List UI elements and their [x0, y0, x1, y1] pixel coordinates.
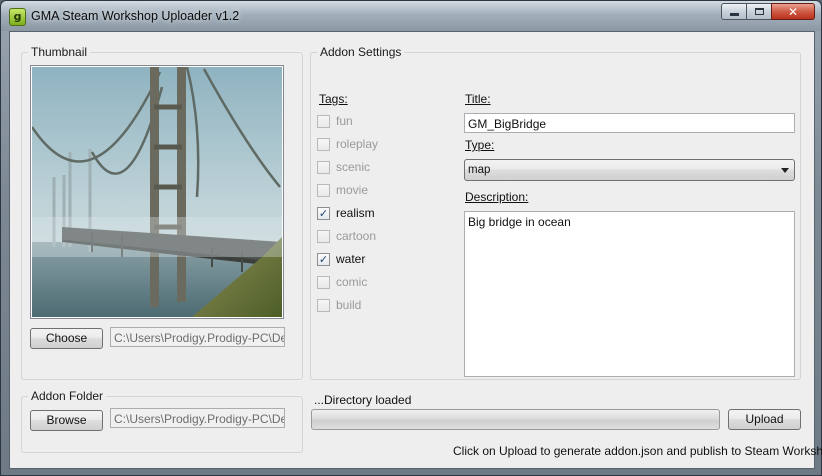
type-label: Type:: [465, 138, 495, 152]
tag-item-fun[interactable]: fun: [317, 113, 353, 129]
caption-buttons: ✕: [721, 3, 815, 20]
description-textarea[interactable]: Big bridge in ocean: [464, 211, 795, 377]
title-label: Title:: [465, 92, 491, 106]
tag-label-movie: movie: [336, 183, 369, 197]
tag-item-realism[interactable]: ✓ realism: [317, 205, 375, 221]
tag-label-fun: fun: [336, 114, 353, 128]
description-label: Description:: [465, 190, 529, 204]
close-icon: ✕: [787, 4, 799, 19]
bridge-thumbnail-picture: [32, 67, 282, 317]
choose-button[interactable]: Choose: [30, 328, 103, 349]
upload-button[interactable]: Upload: [728, 409, 801, 430]
addon-folder-group-label: Addon Folder: [28, 389, 107, 403]
tag-label-realism: realism: [336, 206, 375, 220]
tag-label-roleplay: roleplay: [336, 137, 379, 151]
upload-button-label: Upload: [745, 412, 784, 426]
tag-item-water[interactable]: ✓ water: [317, 251, 365, 267]
tag-checkbox-movie[interactable]: [317, 183, 330, 197]
tag-label-build: build: [336, 298, 362, 312]
minimize-icon: [729, 13, 739, 16]
upload-hint-text: Click on Upload to generate addon.json a…: [453, 444, 822, 458]
maximize-button[interactable]: [746, 3, 772, 20]
addon-folder-path-field[interactable]: C:\Users\Prodigy.Prodigy-PC\Desktop: [110, 408, 285, 428]
thumbnail-path-field[interactable]: C:\Users\Prodigy.Prodigy-PC\Desktop: [110, 327, 285, 347]
app-window: g GMA Steam Workshop Uploader v1.2 ✕ Thu…: [0, 0, 822, 476]
upload-progress-bar: [311, 409, 720, 430]
tag-label-scenic: scenic: [336, 160, 371, 174]
tag-item-roleplay[interactable]: roleplay: [317, 136, 378, 152]
title-bar[interactable]: g GMA Steam Workshop Uploader v1.2 ✕: [1, 1, 821, 31]
tag-item-comic[interactable]: comic: [317, 274, 367, 290]
window-title: GMA Steam Workshop Uploader v1.2: [31, 9, 240, 23]
tag-item-build[interactable]: build: [317, 297, 361, 313]
tags-label: Tags:: [319, 92, 348, 106]
tag-checkbox-scenic[interactable]: [317, 160, 330, 174]
choose-button-label: Choose: [45, 331, 88, 345]
addon-settings-group-label: Addon Settings: [317, 45, 405, 59]
thumbnail-image[interactable]: [30, 65, 284, 319]
client-area: Thumbnail Choose C:\Users\Prodigy.Prodig…: [9, 31, 822, 469]
maximize-icon: [754, 8, 764, 15]
tag-label-cartoon: cartoon: [336, 229, 377, 243]
browse-button-label: Browse: [46, 413, 87, 427]
minimize-button[interactable]: [721, 3, 747, 20]
tag-item-cartoon[interactable]: cartoon: [317, 228, 376, 244]
tag-checkbox-cartoon[interactable]: [317, 229, 330, 243]
tag-checkbox-build[interactable]: [317, 298, 330, 312]
tag-label-comic: comic: [336, 275, 368, 289]
thumbnail-group-label: Thumbnail: [28, 45, 91, 59]
tag-checkbox-realism[interactable]: ✓: [317, 206, 330, 220]
browse-button[interactable]: Browse: [30, 410, 103, 431]
tag-item-movie[interactable]: movie: [317, 182, 368, 198]
tag-checkbox-roleplay[interactable]: [317, 137, 330, 151]
tag-label-water: water: [336, 252, 366, 266]
tag-checkbox-water[interactable]: ✓: [317, 252, 330, 266]
title-input[interactable]: GM_BigBridge: [464, 113, 795, 133]
type-select-value: map: [468, 164, 491, 176]
chevron-down-icon: [781, 168, 789, 173]
close-button[interactable]: ✕: [771, 3, 815, 20]
status-text: ...Directory loaded: [314, 393, 412, 407]
tag-checkbox-comic[interactable]: [317, 275, 330, 289]
type-select[interactable]: map: [464, 159, 795, 181]
tag-checkbox-fun[interactable]: [317, 114, 330, 128]
checkmark-icon: ✓: [318, 206, 329, 220]
tag-item-scenic[interactable]: scenic: [317, 159, 370, 175]
checkmark-icon: ✓: [318, 252, 329, 266]
app-icon[interactable]: g: [9, 8, 26, 26]
